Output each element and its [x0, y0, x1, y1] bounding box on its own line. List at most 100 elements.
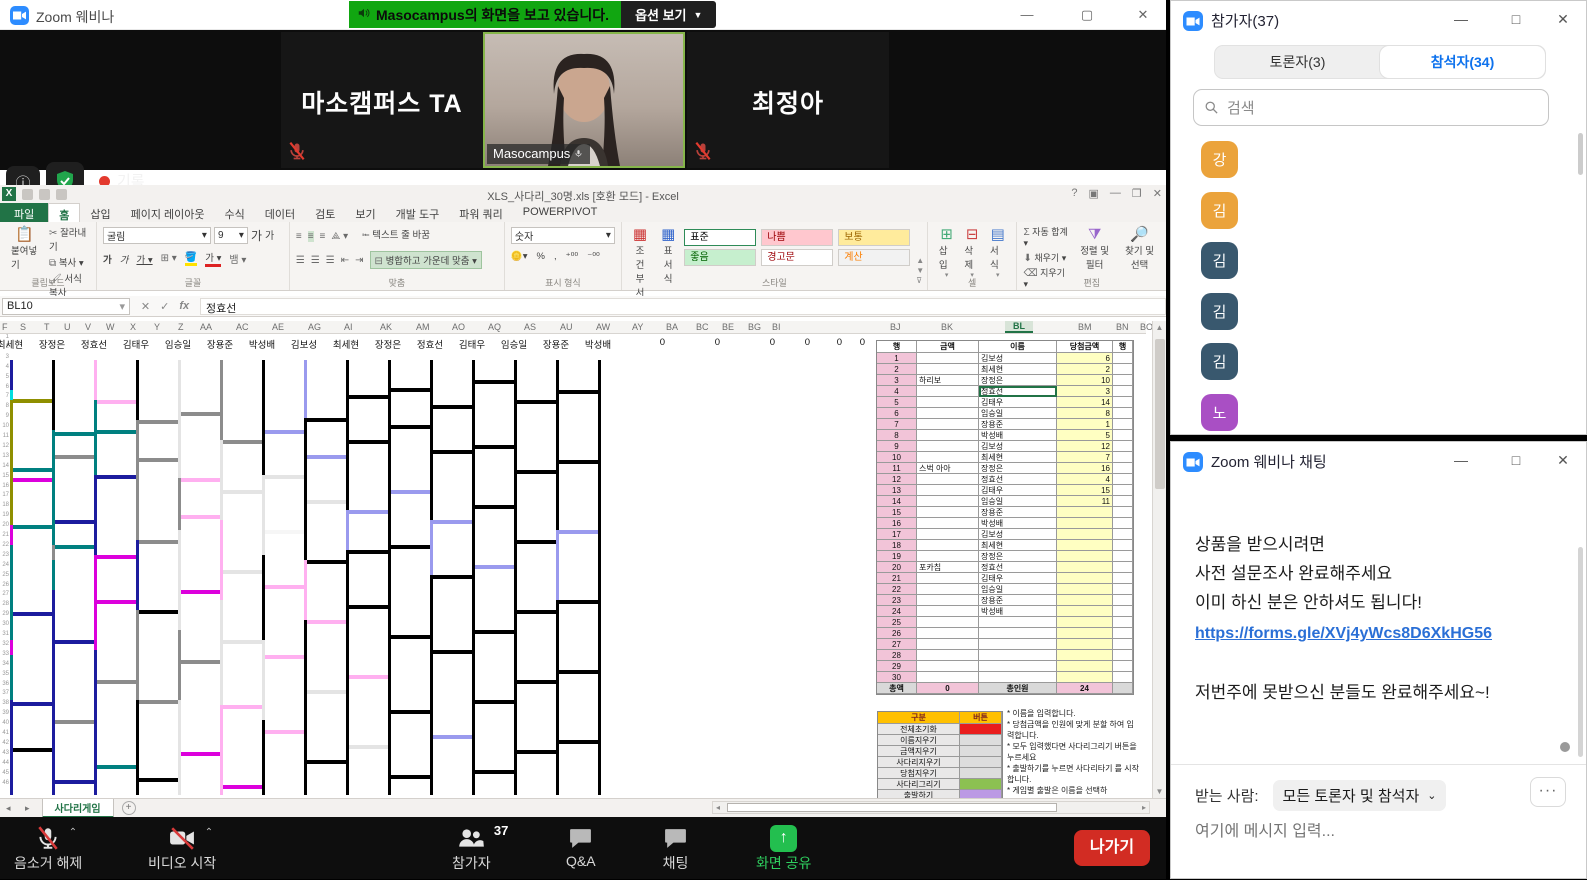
table-cell[interactable]: 15: [877, 507, 917, 518]
table-cell[interactable]: 15: [1057, 485, 1113, 496]
table-cell[interactable]: [1057, 628, 1113, 639]
table-cell[interactable]: [917, 661, 979, 672]
cut-button[interactable]: ✂ 잘라내기: [49, 225, 90, 253]
video-caret-icon[interactable]: ⌃: [205, 827, 213, 838]
table-cell[interactable]: 김태우: [979, 397, 1057, 408]
comma-style-icon[interactable]: ,: [554, 251, 557, 262]
table-cell[interactable]: 11: [877, 463, 917, 474]
table-cell[interactable]: 16: [877, 518, 917, 529]
table-cell[interactable]: 7: [877, 419, 917, 430]
table-header-cell[interactable]: 행: [1113, 341, 1133, 353]
help-icon[interactable]: ?: [1071, 187, 1077, 200]
table-cell[interactable]: 3: [1057, 386, 1113, 397]
table-cell[interactable]: [1057, 551, 1113, 562]
copy-button[interactable]: ⧉ 복사 ▾: [49, 255, 90, 269]
table-cell[interactable]: [917, 353, 979, 364]
column-header[interactable]: Z: [178, 322, 184, 332]
scroll-to-bottom-dot[interactable]: [1560, 742, 1570, 752]
align-middle-icon[interactable]: ≡: [308, 231, 314, 242]
participants-minimize-button[interactable]: —: [1446, 7, 1476, 31]
options-button[interactable]: 옵션 보기 ▼: [621, 1, 716, 28]
maximize-button[interactable]: ▢: [1068, 4, 1106, 26]
table-cell[interactable]: [917, 518, 979, 529]
column-header[interactable]: AU: [560, 322, 573, 332]
table-cell[interactable]: 16: [1057, 463, 1113, 474]
wrap-text-button[interactable]: ⭰ 텍스트 줄 바꿈: [362, 227, 430, 245]
table-cell[interactable]: [1057, 661, 1113, 672]
table-cell[interactable]: 최세현: [979, 364, 1057, 375]
table-cell[interactable]: [1113, 463, 1133, 474]
add-sheet-icon[interactable]: +: [122, 801, 136, 815]
horizontal-scroll-thumb[interactable]: [727, 803, 1057, 812]
participants-maximize-button[interactable]: □: [1501, 7, 1531, 31]
spreadsheet[interactable]: 1234567891011121314151617181920212223242…: [0, 334, 1146, 798]
table-header-cell[interactable]: 당첨금액: [1057, 341, 1113, 353]
ribbon-tab-6[interactable]: 검토: [305, 203, 345, 222]
merge-center-button[interactable]: ⊟ 병합하고 가운데 맞춤 ▾: [370, 251, 482, 269]
ribbon-tab-3[interactable]: 페이지 레이아웃: [121, 203, 215, 222]
table-cell[interactable]: [979, 661, 1057, 672]
column-header[interactable]: T: [44, 322, 50, 332]
column-header[interactable]: AI: [344, 322, 353, 332]
table-cell[interactable]: 23: [877, 595, 917, 606]
borders-icon[interactable]: ⊞ ▾: [161, 253, 177, 264]
table-cell[interactable]: 5: [1057, 430, 1113, 441]
ribbon-tab-8[interactable]: 개발 도구: [386, 203, 450, 222]
table-cell[interactable]: 장용준: [979, 419, 1057, 430]
table-cell[interactable]: [917, 496, 979, 507]
table-cell[interactable]: 4: [1057, 474, 1113, 485]
autosum-button[interactable]: Σ 자동 합계 ▾: [1023, 225, 1070, 249]
scroll-up-icon[interactable]: ▲: [1153, 323, 1166, 332]
table-cell[interactable]: 정효선: [979, 474, 1057, 485]
column-header[interactable]: S: [20, 322, 26, 332]
table-cell[interactable]: [917, 364, 979, 375]
table-cell[interactable]: 25: [877, 617, 917, 628]
share-screen-button[interactable]: ↑ 화면 공유: [756, 823, 811, 873]
phonetic-icon[interactable]: 뱀 ▾: [229, 251, 246, 266]
table-cell[interactable]: 10: [877, 452, 917, 463]
column-header[interactable]: U: [64, 322, 71, 332]
chat-link[interactable]: https://forms.gle/XVj4yWcs8D6XkHG56: [1195, 619, 1492, 648]
table-cell[interactable]: [1113, 353, 1133, 364]
decrease-indent-icon[interactable]: ⇤: [341, 255, 349, 266]
table-cell[interactable]: 28: [877, 650, 917, 661]
format-cells-button[interactable]: ▤서식▾: [985, 225, 1011, 281]
table-header-cell[interactable]: 금액: [917, 341, 979, 353]
column-header[interactable]: BA: [666, 322, 678, 332]
table-cell[interactable]: [917, 584, 979, 595]
table-cell[interactable]: [1113, 397, 1133, 408]
fill-color-icon[interactable]: 🪣: [185, 252, 197, 266]
table-cell[interactable]: [1113, 617, 1133, 628]
table-cell[interactable]: [917, 595, 979, 606]
table-cell[interactable]: [1113, 441, 1133, 452]
table-cell[interactable]: [1057, 518, 1113, 529]
qa-button[interactable]: Q&A: [566, 823, 596, 869]
chat-button[interactable]: 채팅: [662, 823, 689, 873]
column-header[interactable]: X: [130, 322, 136, 332]
increase-indent-icon[interactable]: ⇥: [355, 255, 363, 266]
table-cell[interactable]: 김보성: [979, 353, 1057, 364]
shrink-font-icon[interactable]: 가: [265, 227, 274, 244]
column-header[interactable]: AQ: [488, 322, 501, 332]
chat-minimize-button[interactable]: —: [1446, 448, 1476, 472]
cell-style-option[interactable]: 경고문: [761, 249, 833, 266]
legend-button[interactable]: [960, 724, 1002, 735]
start-video-button[interactable]: ⌃ 비디오 시작: [148, 823, 216, 873]
table-cell[interactable]: [1057, 639, 1113, 650]
table-cell[interactable]: [1113, 529, 1133, 540]
participant-row[interactable]: 김: [1201, 242, 1238, 279]
row-header[interactable]: 3: [0, 354, 9, 360]
bold-icon[interactable]: 가: [103, 252, 112, 266]
scroll-left-icon[interactable]: ◂: [716, 803, 720, 812]
participants-scrollbar[interactable]: [1578, 133, 1583, 175]
column-header[interactable]: AG: [308, 322, 321, 332]
leave-button[interactable]: 나가기: [1074, 830, 1150, 866]
table-cell[interactable]: [1113, 562, 1133, 573]
video-tile-left[interactable]: 마소캠퍼스 TA: [281, 32, 483, 168]
table-cell[interactable]: 13: [877, 485, 917, 496]
font-name-select[interactable]: 굴림▾: [103, 227, 211, 244]
column-header[interactable]: F: [2, 322, 8, 332]
table-cell[interactable]: [1113, 606, 1133, 617]
column-header[interactable]: BC: [696, 322, 709, 332]
table-cell[interactable]: 4: [877, 386, 917, 397]
